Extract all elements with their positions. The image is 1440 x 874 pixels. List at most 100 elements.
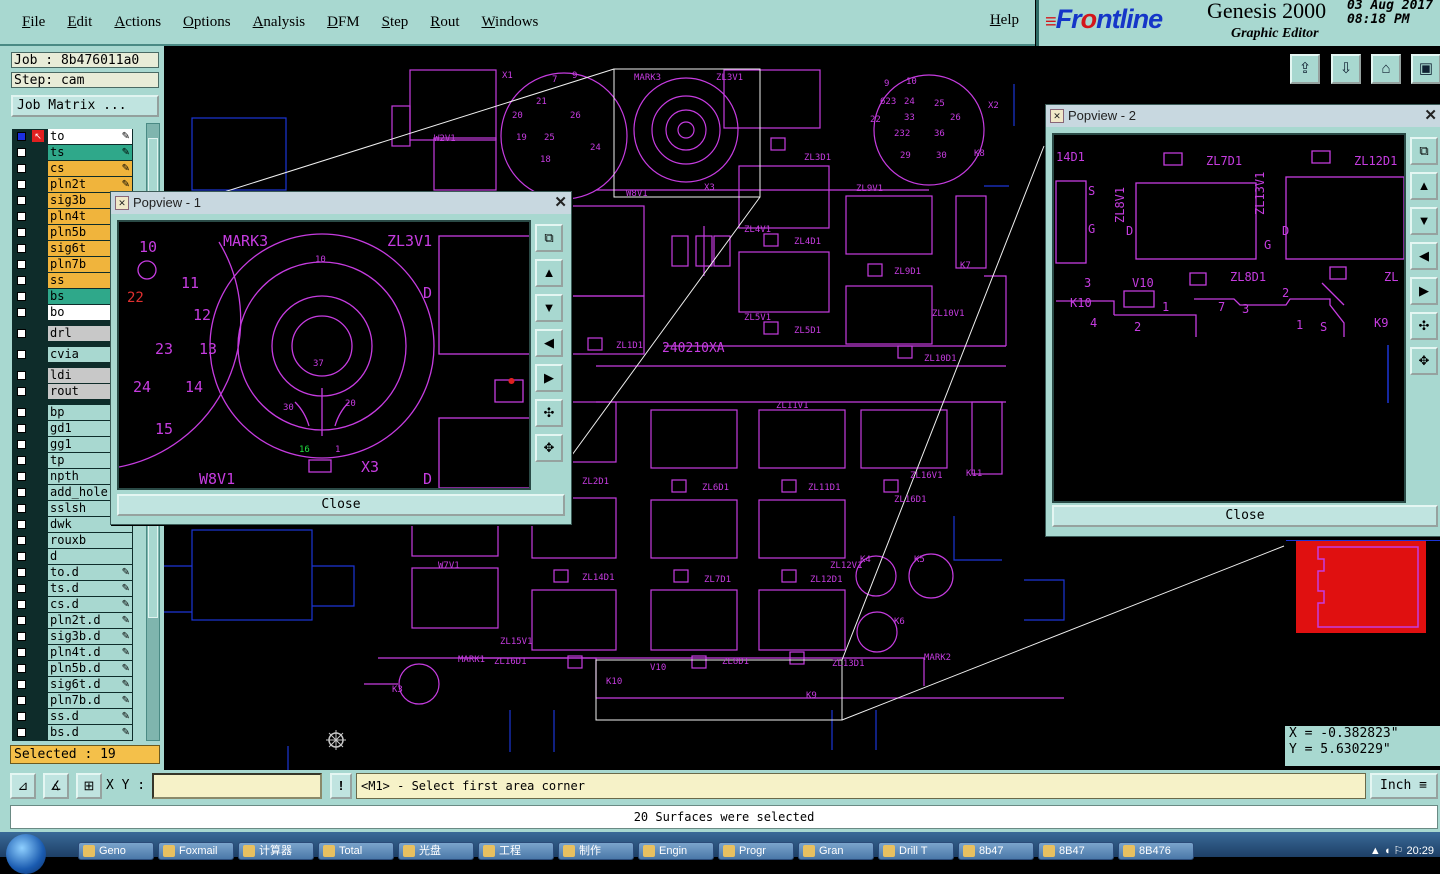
zoom-in-icon[interactable]: ✣ [535, 399, 563, 427]
layer-checkbox[interactable] [17, 616, 26, 625]
layer-checkbox[interactable] [17, 132, 26, 141]
layer-row[interactable]: to.d ✎ [12, 565, 133, 580]
pan-right-icon[interactable]: ▶ [1410, 277, 1438, 305]
layer-checkbox[interactable] [17, 164, 26, 173]
unit-selector[interactable]: Inch ≡ [1370, 773, 1438, 799]
taskbar-item[interactable]: 制作 [558, 842, 634, 860]
layer-checkbox[interactable] [17, 664, 26, 673]
layer-checkbox[interactable] [17, 196, 26, 205]
open-step-icon[interactable]: ⇪ [1290, 54, 1320, 84]
layer-checkbox[interactable] [17, 584, 26, 593]
layer-checkbox[interactable] [17, 308, 26, 317]
popview-1-view[interactable]: MARK3 ZL3V1 10 11 12 23 13 24 14 15 W8V1 X3 D D 1… [117, 220, 531, 490]
close-icon[interactable]: ✕ [1424, 105, 1437, 127]
menu-help[interactable]: Help [990, 12, 1019, 29]
popview-1-close-button[interactable]: Close [117, 494, 565, 516]
pan-down-icon[interactable]: ▼ [535, 294, 563, 322]
layer-checkbox[interactable] [17, 728, 26, 737]
taskbar-item[interactable]: 8b47 [958, 842, 1034, 860]
menu-analysis[interactable]: Analysis [253, 14, 306, 31]
taskbar-item[interactable]: Progr [718, 842, 794, 860]
snap-grid-icon[interactable]: ⊿ [10, 773, 36, 799]
layer-checkbox[interactable] [17, 712, 26, 721]
layer-row[interactable]: pln2t.d ✎ [12, 613, 133, 628]
layer-checkbox[interactable] [17, 536, 26, 545]
start-button[interactable] [6, 834, 46, 874]
zoom-fit-icon[interactable]: ⧉ [535, 224, 563, 252]
taskbar-item[interactable]: 计算器 [238, 842, 314, 860]
layer-checkbox[interactable] [17, 424, 26, 433]
layer-checkbox[interactable] [17, 472, 26, 481]
taskbar-item[interactable]: Total [318, 842, 394, 860]
layer-checkbox[interactable] [17, 696, 26, 705]
zoom-out-icon[interactable]: ✥ [1410, 347, 1438, 375]
menu-rout[interactable]: Rout [430, 14, 459, 31]
pan-down-icon[interactable]: ▼ [1410, 207, 1438, 235]
pan-left-icon[interactable]: ◀ [535, 329, 563, 357]
pan-up-icon[interactable]: ▲ [535, 259, 563, 287]
layer-checkbox[interactable] [17, 350, 26, 359]
pan-up-icon[interactable]: ▲ [1410, 172, 1438, 200]
layer-row[interactable]: cs.d ✎ [12, 597, 133, 612]
zoom-out-icon[interactable]: ✥ [535, 434, 563, 462]
taskbar-item[interactable]: Foxmail [158, 842, 234, 860]
menu-dfm[interactable]: DFM [327, 14, 360, 31]
taskbar-item[interactable]: Drill T [878, 842, 954, 860]
menu-windows[interactable]: Windows [481, 14, 538, 31]
layer-checkbox[interactable] [17, 260, 26, 269]
pan-left-icon[interactable]: ◀ [1410, 242, 1438, 270]
layer-checkbox[interactable] [17, 228, 26, 237]
layer-row[interactable]: rouxb [12, 533, 133, 548]
layer-checkbox[interactable] [17, 387, 26, 396]
layer-checkbox[interactable] [17, 212, 26, 221]
warning-button[interactable]: ! [330, 773, 352, 799]
layer-checkbox[interactable] [17, 568, 26, 577]
pan-right-icon[interactable]: ▶ [535, 364, 563, 392]
layout-icon[interactable]: ▣ [1411, 54, 1440, 84]
layer-checkbox[interactable] [17, 632, 26, 641]
layer-checkbox[interactable] [17, 244, 26, 253]
xy-input[interactable] [152, 773, 322, 799]
layer-checkbox[interactable] [17, 600, 26, 609]
popview-1-titlebar[interactable]: ✕ Popview - 1 ✕ [111, 192, 571, 214]
layer-checkbox[interactable] [17, 648, 26, 657]
home-icon[interactable]: ⌂ [1371, 54, 1401, 84]
layer-checkbox[interactable] [17, 440, 26, 449]
layer-checkbox[interactable] [17, 371, 26, 380]
popview-2-close-button[interactable]: Close [1052, 505, 1438, 527]
popview-2-titlebar[interactable]: ✕ Popview - 2 ✕ [1046, 105, 1440, 127]
menu-step[interactable]: Step [382, 14, 409, 31]
mini-map[interactable] [1286, 540, 1440, 656]
layer-checkbox[interactable] [17, 488, 26, 497]
taskbar-item[interactable]: Geno [78, 842, 154, 860]
layer-row[interactable]: ts ✎ [12, 145, 133, 160]
layer-row[interactable]: ss.d ✎ [12, 709, 133, 724]
layer-row[interactable]: pln2t ✎ [12, 177, 133, 192]
taskbar-item[interactable]: 工程 [478, 842, 554, 860]
layer-row[interactable]: bs.d ✎ [12, 725, 133, 740]
job-matrix-button[interactable]: Job Matrix ... [11, 95, 159, 117]
layer-row[interactable]: d [12, 549, 133, 564]
layer-row[interactable]: pln4t.d ✎ [12, 645, 133, 660]
taskbar-item[interactable]: 8B47 [1038, 842, 1114, 860]
layer-checkbox[interactable] [17, 180, 26, 189]
snap-angle-icon[interactable]: ∡ [43, 773, 69, 799]
layer-checkbox[interactable] [17, 552, 26, 561]
taskbar-item[interactable]: 8B476 [1118, 842, 1194, 860]
layer-checkbox[interactable] [17, 680, 26, 689]
zoom-fit-icon[interactable]: ⧉ [1410, 137, 1438, 165]
layer-checkbox[interactable] [17, 456, 26, 465]
taskbar-item[interactable]: 光盘 [398, 842, 474, 860]
crosshair-icon[interactable]: ⊞ [76, 773, 102, 799]
menu-actions[interactable]: Actions [114, 14, 161, 31]
layer-checkbox[interactable] [17, 408, 26, 417]
layer-checkbox[interactable] [17, 276, 26, 285]
close-icon[interactable]: ✕ [554, 192, 567, 214]
layer-row[interactable]: sig6t.d ✎ [12, 677, 133, 692]
menu-options[interactable]: Options [183, 14, 231, 31]
taskbar-item[interactable]: Engin [638, 842, 714, 860]
layer-row[interactable]: ts.d ✎ [12, 581, 133, 596]
menu-file[interactable]: File [22, 14, 45, 31]
layer-checkbox[interactable] [17, 504, 26, 513]
layer-row[interactable]: pln7b.d ✎ [12, 693, 133, 708]
